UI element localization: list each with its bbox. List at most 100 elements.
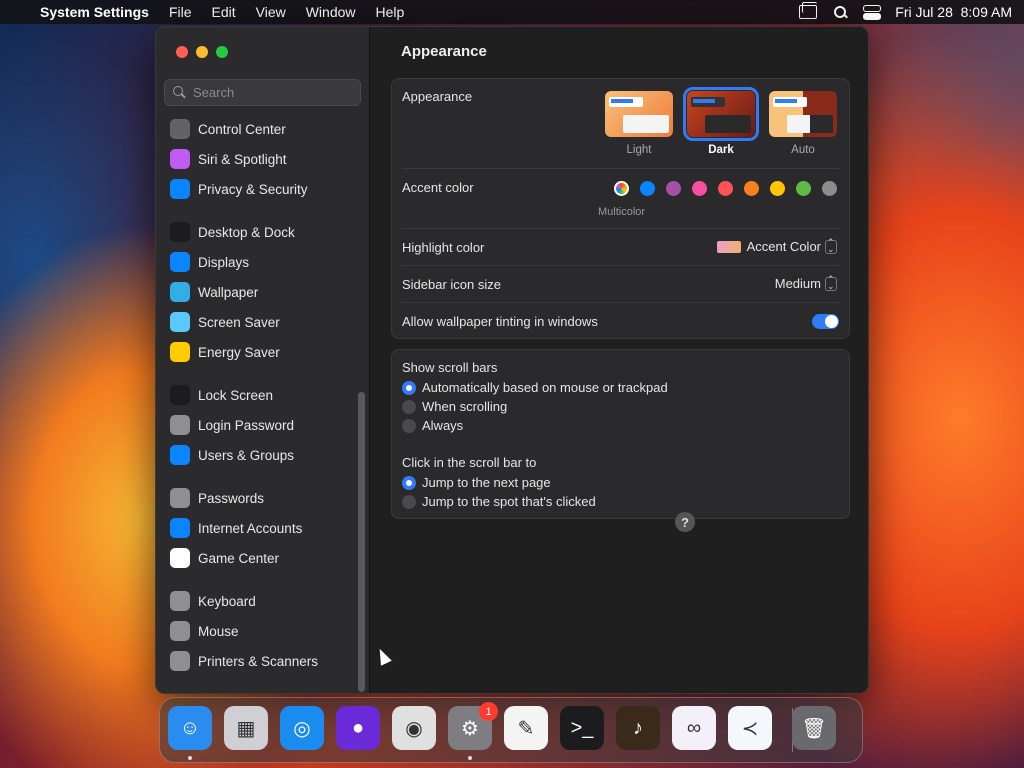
- control-center-icon[interactable]: [863, 5, 882, 20]
- menu-view[interactable]: View: [256, 4, 286, 20]
- theme-auto-label: Auto: [791, 144, 815, 156]
- highlight-color-label: Highlight color: [402, 240, 485, 255]
- accent-swatch[interactable]: [796, 181, 811, 196]
- accent-swatch[interactable]: [744, 181, 759, 196]
- garageband-icon[interactable]: ♪: [616, 706, 660, 750]
- launchpad-icon[interactable]: ▦: [224, 706, 268, 750]
- sidebar-item[interactable]: Printers & Scanners: [170, 649, 355, 673]
- sidebar-item[interactable]: Control Center: [170, 117, 355, 141]
- lock-icon: [170, 385, 190, 405]
- sidebar-item[interactable]: Keyboard: [170, 589, 355, 613]
- sidebar-item[interactable]: Lock Screen: [170, 383, 355, 407]
- chrome-icon[interactable]: ◉: [392, 706, 436, 750]
- accent-color-label: Accent color: [402, 180, 474, 195]
- theme-dark-thumb[interactable]: [683, 87, 759, 141]
- radio-jump-to-spot[interactable]: Jump to the spot that's clicked: [402, 494, 596, 509]
- radio-scroll-when-scrolling[interactable]: When scrolling: [402, 399, 507, 414]
- theme-dark-label: Dark: [708, 144, 734, 156]
- sidebar-item[interactable]: Game Center: [170, 546, 355, 570]
- menu-edit[interactable]: Edit: [212, 4, 236, 20]
- sidebar: Control Center Siri & Spotlight Privacy & …: [156, 27, 370, 693]
- sidebar-item-label: Login Password: [198, 417, 295, 433]
- appearance-pane: Appearance Appearance Light Dark Auto Ac…: [371, 27, 868, 693]
- game-center-icon: [170, 548, 190, 568]
- accent-swatch[interactable]: [640, 181, 655, 196]
- radio-scroll-auto[interactable]: Automatically based on mouse or trackpad: [402, 380, 668, 395]
- sidebar-item-label: Energy Saver: [198, 344, 280, 360]
- radio-button[interactable]: [402, 494, 416, 509]
- divider: [402, 302, 839, 303]
- running-indicator: [468, 756, 472, 760]
- radio-scroll-always[interactable]: Always: [402, 418, 463, 433]
- clock[interactable]: Fri Jul 28 8:09 AM: [895, 4, 1012, 20]
- accent-swatch[interactable]: [692, 181, 707, 196]
- sidebar-item-label: Displays: [198, 254, 250, 270]
- sidebar-item-label: Lock Screen: [198, 387, 274, 403]
- sidebar-icon-size-popup[interactable]: Medium: [775, 274, 837, 292]
- accent-swatch[interactable]: [666, 181, 681, 196]
- scroll-bars-panel: Show scroll bars Automatically based on …: [391, 349, 850, 519]
- radio-button[interactable]: [402, 380, 416, 395]
- theme-light-thumb[interactable]: [605, 91, 673, 137]
- wallpaper-tinting-toggle[interactable]: [812, 314, 839, 329]
- bulb-icon: [170, 342, 190, 362]
- theme-auto-thumb[interactable]: [769, 91, 837, 137]
- help-button[interactable]: ?: [675, 512, 695, 532]
- app-menu[interactable]: System Settings: [40, 4, 149, 20]
- radio-jump-next-page[interactable]: Jump to the next page: [402, 475, 551, 490]
- radio-label: Jump to the spot that's clicked: [422, 494, 596, 509]
- highlight-color-popup[interactable]: Accent Color: [716, 237, 837, 255]
- zoom-button[interactable]: [216, 46, 228, 58]
- at-icon: [170, 518, 190, 538]
- safari-icon[interactable]: ◎: [280, 706, 324, 750]
- menu-extras: Fri Jul 28 8:09 AM: [799, 2, 1012, 20]
- sidebar-item-label: Desktop & Dock: [198, 224, 295, 240]
- sidebar-item[interactable]: Siri & Spotlight: [170, 147, 355, 171]
- sidebar-item[interactable]: Wallpaper: [170, 280, 355, 304]
- show-scroll-bars-label: Show scroll bars: [402, 360, 498, 375]
- sidebar-item-label: Siri & Spotlight: [198, 151, 287, 167]
- sidebar-scrollbar[interactable]: [358, 392, 365, 692]
- sidebar-item-label: Mouse: [198, 623, 239, 639]
- minimize-button[interactable]: [196, 46, 208, 58]
- sidebar-item-label: Passwords: [198, 490, 265, 506]
- close-button[interactable]: [176, 46, 188, 58]
- accent-swatch[interactable]: [770, 181, 785, 196]
- sidebar-item[interactable]: Screen Saver: [170, 310, 355, 334]
- sidebar-item[interactable]: Privacy & Security: [170, 177, 355, 201]
- menu-window[interactable]: Window: [306, 4, 356, 20]
- sidebar-item[interactable]: Desktop & Dock: [170, 220, 355, 244]
- textedit-icon[interactable]: ✎: [504, 706, 548, 750]
- accent-swatch[interactable]: [822, 181, 837, 196]
- sidebar-item[interactable]: Energy Saver: [170, 340, 355, 364]
- vscode-icon[interactable]: ≺: [728, 706, 772, 750]
- sidebar-item[interactable]: Internet Accounts: [170, 516, 355, 540]
- search-input[interactable]: [193, 85, 353, 100]
- sidebar-item[interactable]: Passwords: [170, 486, 355, 510]
- accent-selected-label: Multicolor: [598, 206, 646, 218]
- menu-help[interactable]: Help: [376, 4, 405, 20]
- firefox-icon[interactable]: ●: [336, 706, 380, 750]
- finder-icon[interactable]: ☺: [168, 706, 212, 750]
- menu-file[interactable]: File: [169, 4, 192, 20]
- printer-icon: [170, 651, 190, 671]
- radio-button[interactable]: [402, 418, 416, 433]
- sidebar-item[interactable]: Mouse: [170, 619, 355, 643]
- radio-button[interactable]: [402, 399, 416, 414]
- terminal-icon[interactable]: >_: [560, 706, 604, 750]
- sidebar-item[interactable]: Login Password: [170, 413, 355, 437]
- trash-icon[interactable]: 🗑: [792, 706, 836, 750]
- sidebar-item-label: Users & Groups: [198, 447, 295, 463]
- divider: [402, 168, 839, 169]
- sidebar-item[interactable]: Displays: [170, 250, 355, 274]
- accent-swatch[interactable]: [614, 181, 629, 196]
- accent-swatch[interactable]: [718, 181, 733, 196]
- stage-manager-icon[interactable]: [799, 2, 818, 19]
- radio-button[interactable]: [402, 475, 416, 490]
- sidebar-item[interactable]: Users & Groups: [170, 443, 355, 467]
- search-field[interactable]: [164, 79, 361, 106]
- spotlight-icon[interactable]: [833, 5, 847, 19]
- running-indicator: [188, 756, 192, 760]
- visual-studio-icon[interactable]: ∞: [672, 706, 716, 750]
- system-settings-window: Control Center Siri & Spotlight Privacy & …: [155, 26, 869, 694]
